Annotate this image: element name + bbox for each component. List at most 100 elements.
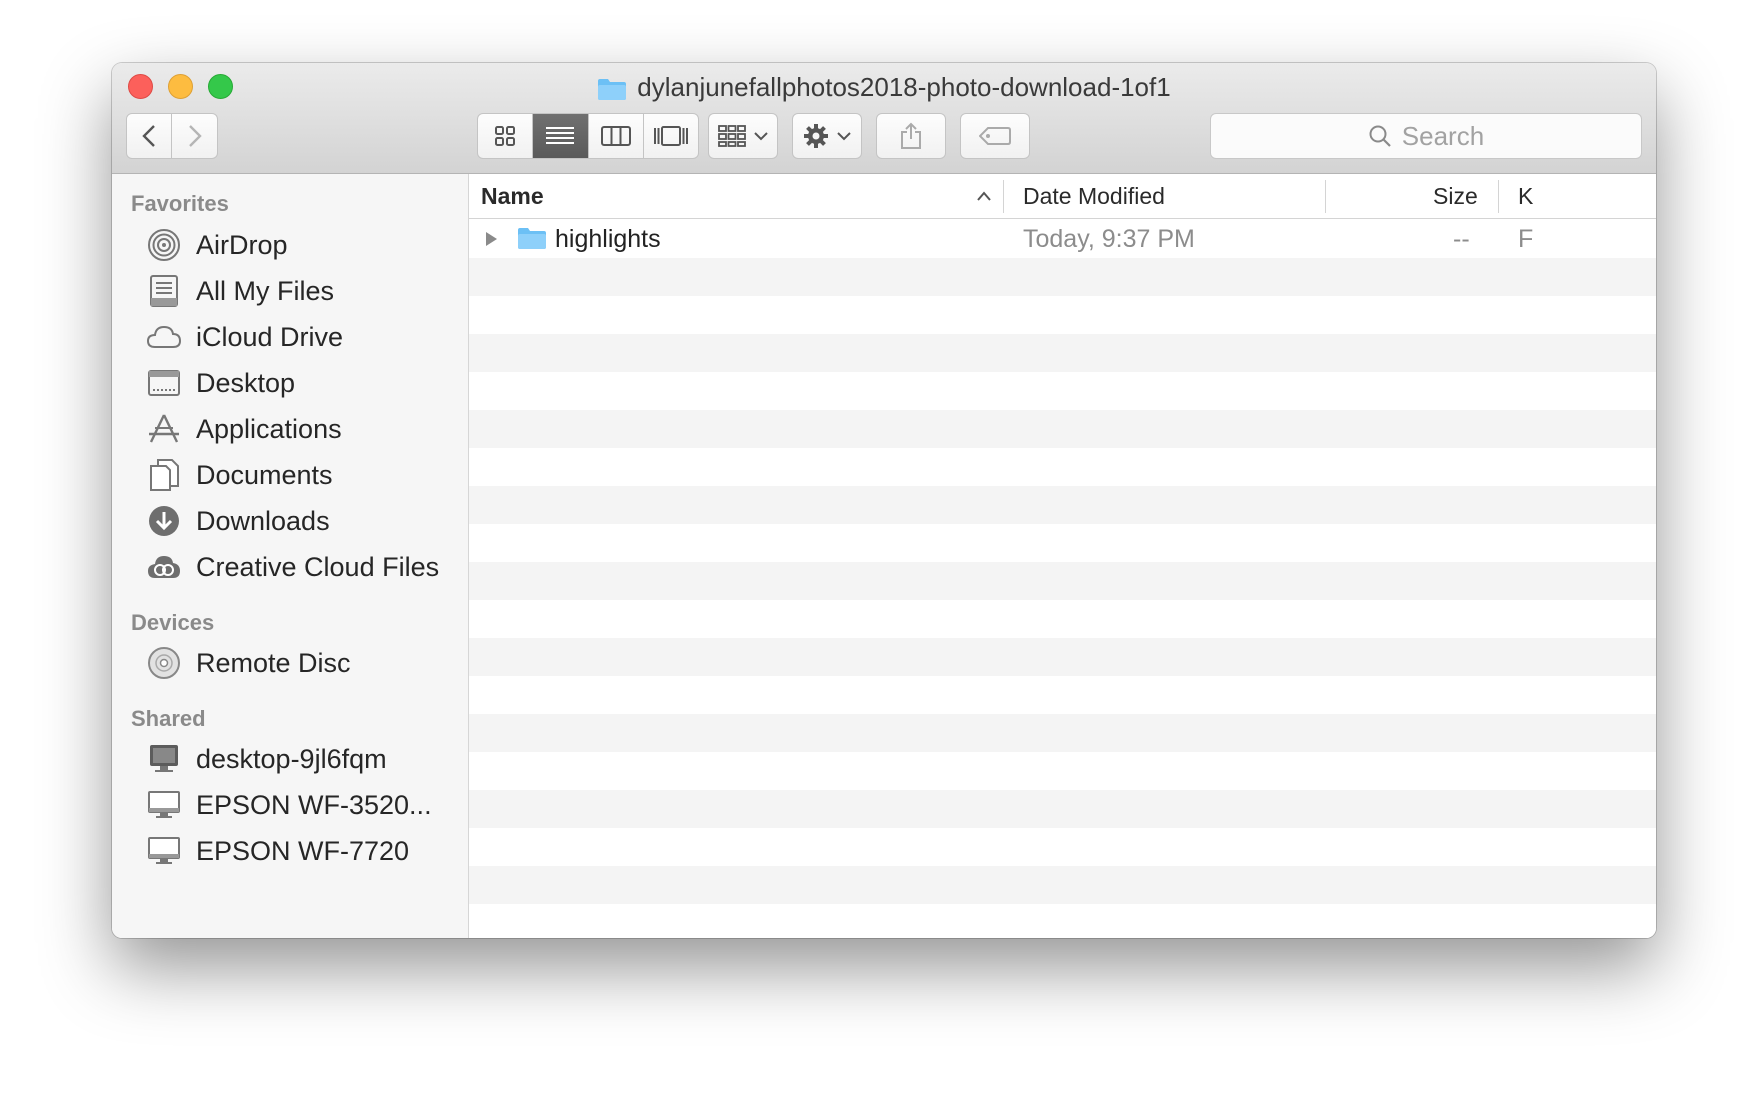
empty-row bbox=[469, 904, 1656, 938]
sidebar-item-label: Remote Disc bbox=[196, 647, 351, 678]
sidebar-item-label: iCloud Drive bbox=[196, 321, 344, 352]
search-icon bbox=[1369, 125, 1391, 147]
column-divider[interactable] bbox=[1325, 180, 1326, 213]
file-kind: F bbox=[1518, 225, 1534, 253]
cloud-icon bbox=[146, 319, 182, 355]
list-view-button[interactable] bbox=[533, 114, 589, 158]
window-title-text: dylanjunefallphotos2018-photo-download-1… bbox=[637, 72, 1171, 102]
display-icon bbox=[146, 787, 182, 823]
all-my-files-icon bbox=[146, 273, 182, 309]
column-header-name[interactable]: Name bbox=[481, 174, 544, 219]
devices-heading: Devices bbox=[131, 610, 215, 635]
favorites-heading: Favorites bbox=[131, 191, 229, 216]
nav-buttons bbox=[126, 113, 218, 159]
finder-window: dylanjunefallphotos2018-photo-download-1… bbox=[112, 63, 1656, 938]
forward-button[interactable] bbox=[172, 114, 217, 158]
chevron-up-icon bbox=[977, 191, 991, 201]
empty-row bbox=[469, 524, 1656, 562]
chevron-down-icon bbox=[754, 132, 768, 141]
sidebar-item-desktop-9jl6fqm[interactable]: desktop-9jl6fqm bbox=[146, 737, 387, 781]
display-icon bbox=[146, 833, 182, 869]
empty-row bbox=[469, 258, 1656, 296]
column-header-size[interactable]: Size bbox=[1433, 174, 1478, 219]
tag-button[interactable] bbox=[960, 113, 1030, 159]
sidebar-item-label: desktop-9jl6fqm bbox=[196, 743, 387, 774]
file-name: highlights bbox=[555, 225, 661, 253]
sidebar-item-desktop[interactable]: Desktop bbox=[146, 361, 295, 405]
empty-row bbox=[469, 638, 1656, 676]
sidebar-item-creative-cloud-files[interactable]: Creative Cloud Files bbox=[146, 545, 439, 589]
empty-row bbox=[469, 714, 1656, 752]
desktop-icon bbox=[146, 365, 182, 401]
table-row[interactable]: highlights Today, 9:37 PM -- F bbox=[469, 220, 1656, 258]
sidebar-item-icloud-drive[interactable]: iCloud Drive bbox=[146, 315, 343, 359]
folder-icon bbox=[518, 228, 546, 249]
sidebar-item-label: EPSON WF-7720 bbox=[196, 835, 410, 866]
chevron-right-icon bbox=[188, 125, 202, 147]
empty-row bbox=[469, 790, 1656, 828]
window-title: dylanjunefallphotos2018-photo-download-1… bbox=[112, 71, 1656, 103]
column-divider[interactable] bbox=[1003, 180, 1004, 213]
sidebar-item-label: AirDrop bbox=[196, 229, 288, 260]
gear-icon bbox=[804, 124, 828, 148]
sidebar-item-downloads[interactable]: Downloads bbox=[146, 499, 330, 543]
folder-icon bbox=[597, 76, 627, 108]
column-divider[interactable] bbox=[1498, 180, 1499, 213]
chevron-down-icon bbox=[837, 132, 851, 141]
empty-row bbox=[469, 752, 1656, 790]
empty-row bbox=[469, 410, 1656, 448]
empty-row bbox=[469, 828, 1656, 866]
file-size: -- bbox=[1453, 225, 1470, 253]
disclosure-triangle-icon[interactable] bbox=[484, 231, 498, 247]
empty-row bbox=[469, 866, 1656, 904]
share-icon bbox=[901, 122, 921, 149]
sidebar: Favorites AirDrop All My Files iCloud Dr… bbox=[112, 174, 469, 938]
file-date-modified: Today, 9:37 PM bbox=[1023, 225, 1195, 253]
sidebar-item-label: Downloads bbox=[196, 505, 330, 536]
sidebar-item-epson-wf-3520[interactable]: EPSON WF-3520... bbox=[146, 783, 432, 827]
sidebar-item-remote-disc[interactable]: Remote Disc bbox=[146, 641, 351, 685]
column-view-button[interactable] bbox=[589, 114, 644, 158]
empty-row bbox=[469, 372, 1656, 410]
cover-flow-view-button[interactable] bbox=[644, 114, 698, 158]
creative-cloud-icon bbox=[146, 549, 182, 585]
empty-row bbox=[469, 448, 1656, 486]
column-header-date-modified[interactable]: Date Modified bbox=[1023, 174, 1165, 219]
icon-view-button[interactable] bbox=[478, 114, 534, 158]
search-field[interactable]: Search bbox=[1210, 113, 1642, 159]
empty-row bbox=[469, 676, 1656, 714]
sidebar-item-label: Creative Cloud Files bbox=[196, 551, 440, 582]
sidebar-item-label: Documents bbox=[196, 459, 333, 490]
sidebar-item-all-my-files[interactable]: All My Files bbox=[146, 269, 334, 313]
column-header-kind[interactable]: K bbox=[1518, 174, 1533, 219]
disc-icon bbox=[146, 645, 182, 681]
back-button[interactable] bbox=[127, 114, 173, 158]
airdrop-icon bbox=[146, 227, 182, 263]
title-bar: dylanjunefallphotos2018-photo-download-1… bbox=[112, 63, 1656, 174]
list-view-icon bbox=[546, 127, 575, 144]
column-view-icon bbox=[600, 126, 631, 146]
sidebar-item-applications[interactable]: Applications bbox=[146, 407, 342, 451]
chevron-left-icon bbox=[142, 125, 155, 147]
action-button[interactable] bbox=[792, 113, 862, 159]
sidebar-item-label: Applications bbox=[196, 413, 342, 444]
empty-row bbox=[469, 486, 1656, 524]
arrange-button[interactable] bbox=[708, 113, 778, 159]
arrange-grid-icon bbox=[718, 125, 746, 147]
icon-view-icon bbox=[495, 126, 516, 146]
shared-heading: Shared bbox=[131, 706, 206, 731]
empty-row bbox=[469, 600, 1656, 638]
sidebar-item-documents[interactable]: Documents bbox=[146, 453, 333, 497]
sidebar-item-airdrop[interactable]: AirDrop bbox=[146, 223, 288, 267]
empty-row bbox=[469, 334, 1656, 372]
tag-icon bbox=[979, 127, 1011, 145]
view-mode-control bbox=[477, 113, 699, 159]
empty-row bbox=[469, 562, 1656, 600]
column-header-row: Name Date Modified Size K bbox=[469, 174, 1656, 219]
sidebar-item-label: EPSON WF-3520... bbox=[196, 789, 432, 820]
sidebar-item-epson-wf-7720[interactable]: EPSON WF-7720 bbox=[146, 829, 409, 873]
sidebar-item-label: Desktop bbox=[196, 367, 296, 398]
search-placeholder: Search bbox=[1401, 120, 1485, 151]
share-button[interactable] bbox=[876, 113, 946, 159]
applications-icon bbox=[146, 411, 182, 447]
